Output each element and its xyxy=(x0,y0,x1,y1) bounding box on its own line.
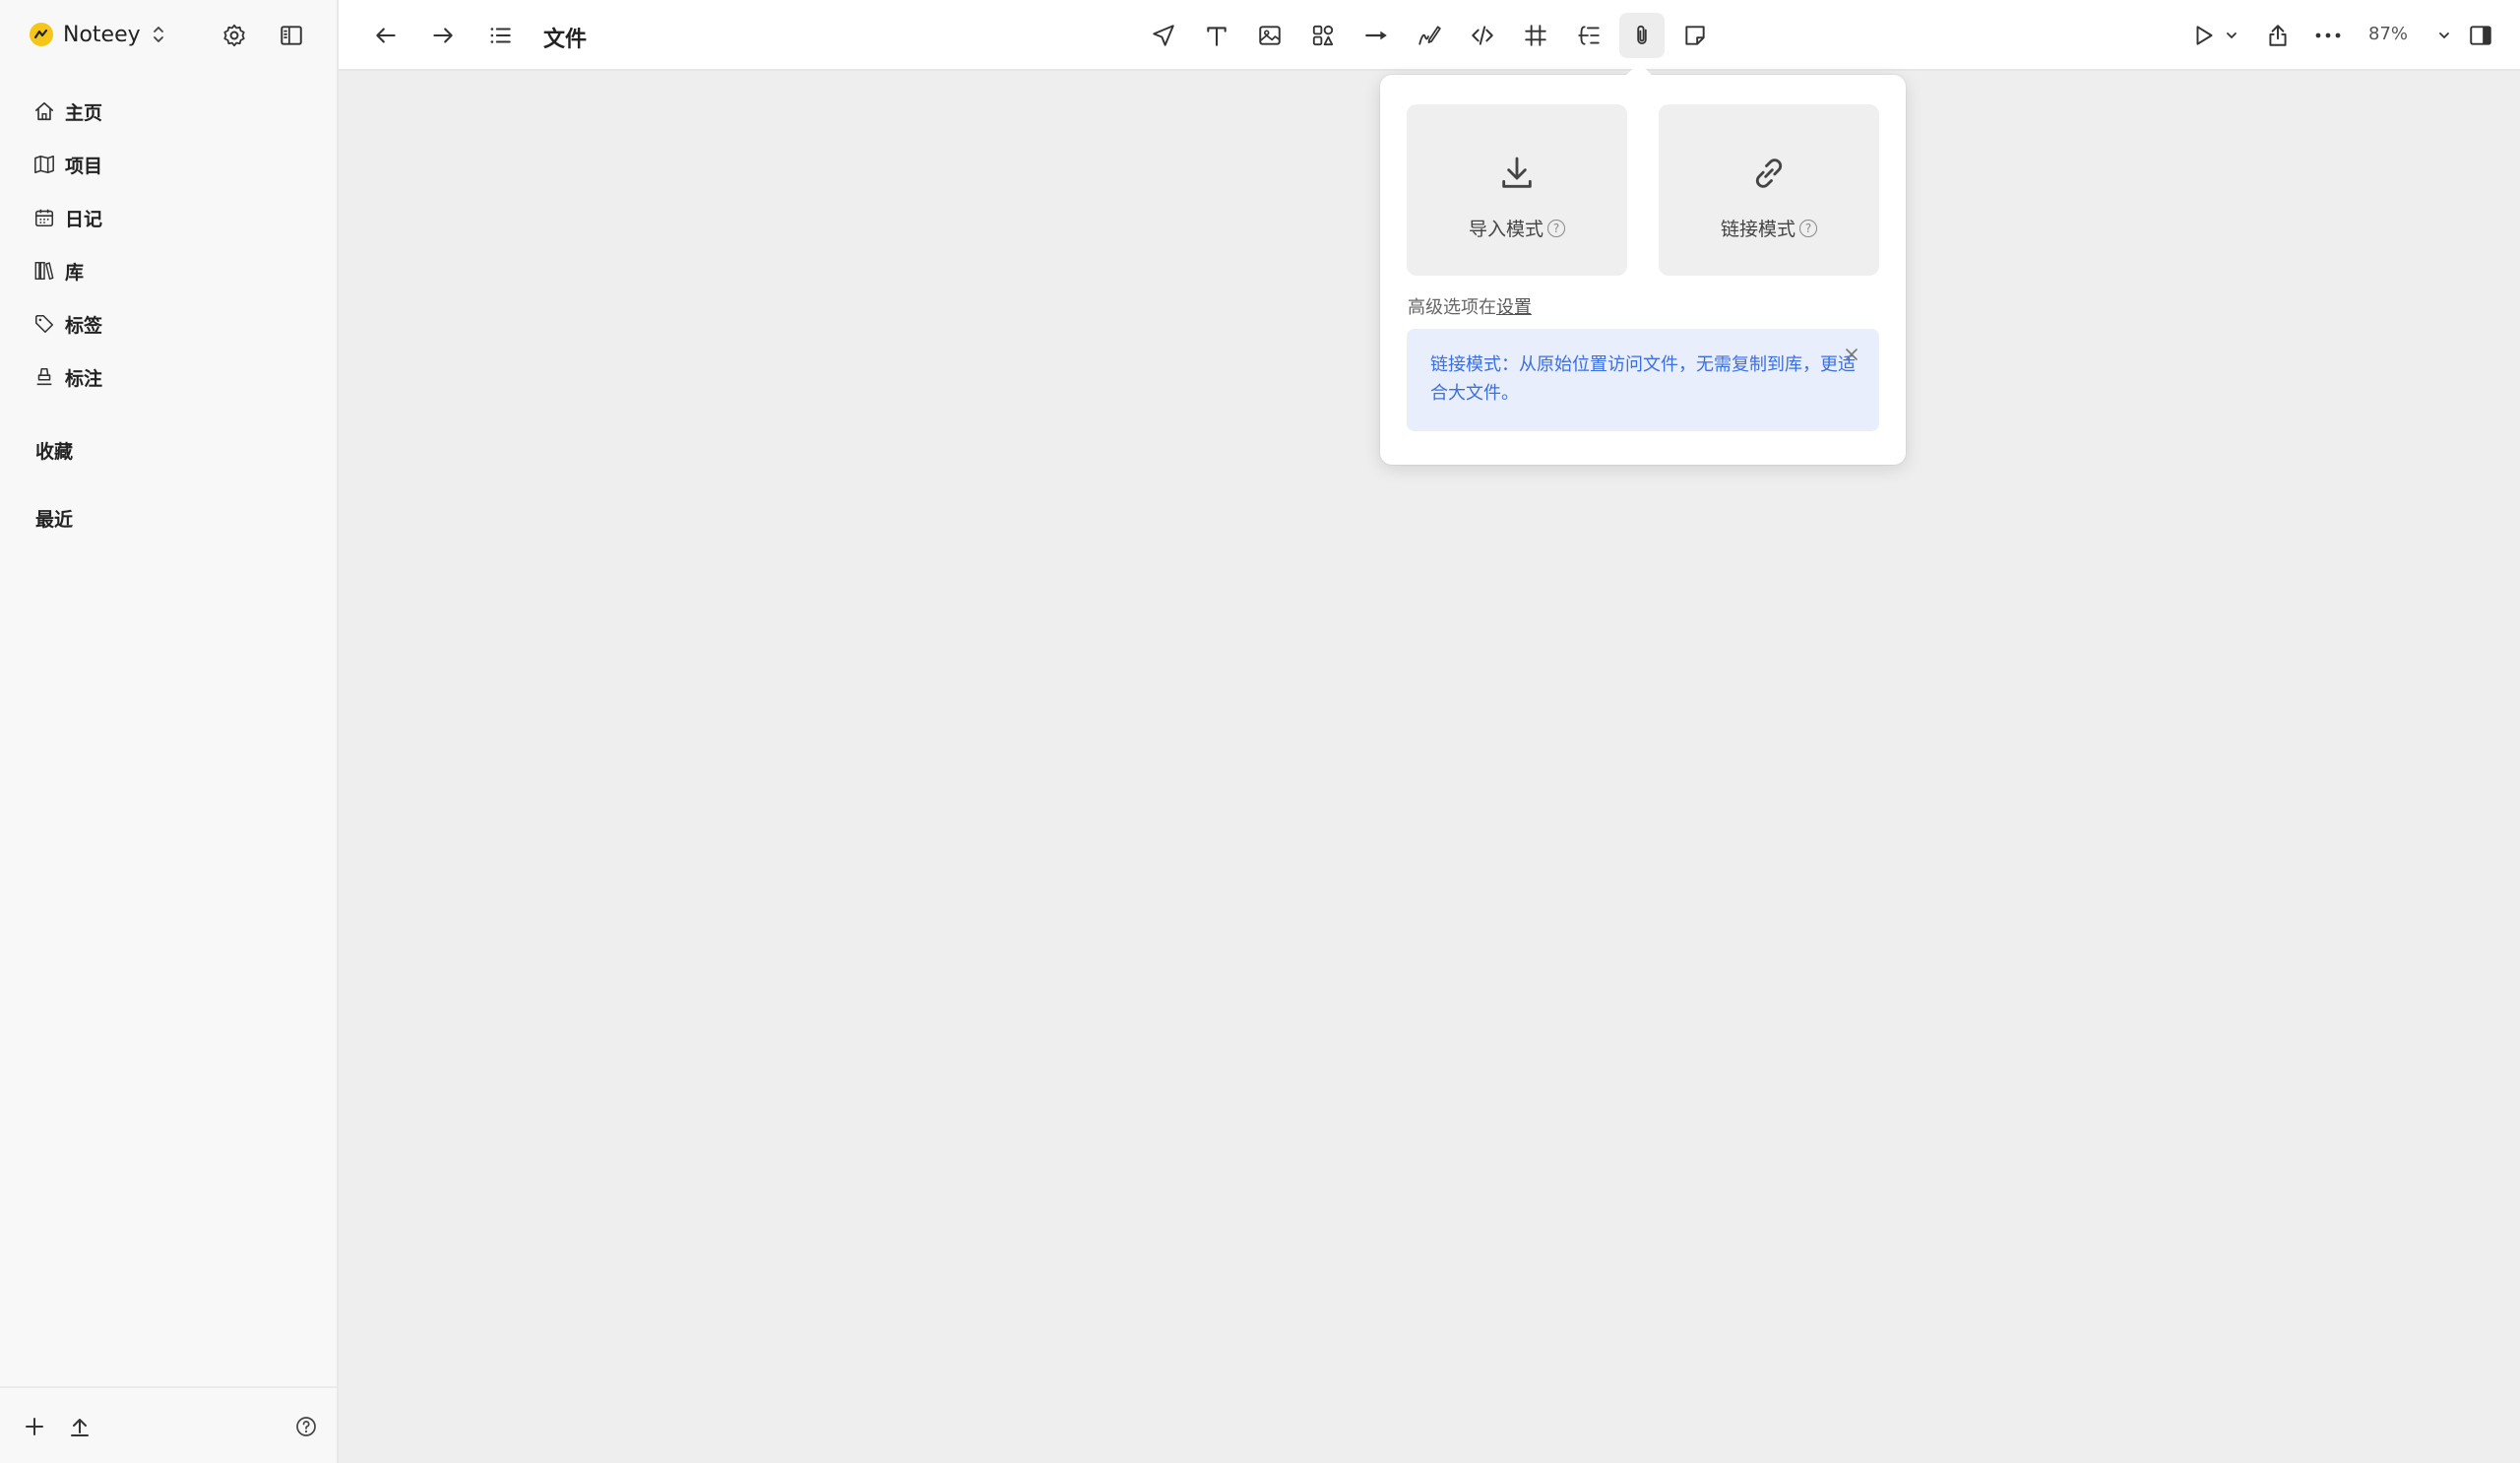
close-icon[interactable] xyxy=(1842,345,1861,364)
advanced-options-text: 高级选项在设置 xyxy=(1408,293,1532,319)
book-icon xyxy=(33,154,55,175)
play-icon xyxy=(2191,23,2217,48)
more-button[interactable] xyxy=(2310,18,2346,53)
shapes-tool-button[interactable] xyxy=(1305,18,1341,53)
present-options-button[interactable] xyxy=(2221,18,2242,53)
sidebar-item-label: 主页 xyxy=(65,101,103,124)
advanced-options-prefix: 高级选项在 xyxy=(1408,297,1496,318)
link-mode-card[interactable]: 链接模式 ? xyxy=(1659,104,1879,276)
chevron-down-icon xyxy=(2224,28,2239,43)
outline-button[interactable] xyxy=(482,18,518,53)
zoom-level[interactable]: 87% xyxy=(2368,24,2408,44)
code-icon xyxy=(1470,23,1495,48)
sidebar-item-label: 库 xyxy=(65,261,85,284)
attachment-tool-button[interactable] xyxy=(1619,13,1665,58)
highlighter-icon xyxy=(33,366,55,388)
arrow-left-icon xyxy=(373,23,399,48)
import-mode-label-row: 导入模式 ? xyxy=(1407,215,1627,241)
sticky-note-tool-button[interactable] xyxy=(1677,18,1713,53)
library-icon xyxy=(33,260,55,282)
mindmap-icon xyxy=(1576,23,1602,48)
frame-icon xyxy=(1523,23,1548,48)
zoom-options-button[interactable] xyxy=(2433,18,2455,53)
toggle-right-panel-button[interactable] xyxy=(2463,18,2498,53)
sidebar-item-annotations[interactable]: 标注 xyxy=(0,350,337,404)
settings-link[interactable]: 设置 xyxy=(1496,297,1532,318)
document-title[interactable]: 文件 xyxy=(543,22,587,53)
import-mode-label: 导入模式 xyxy=(1468,219,1544,240)
link-mode-help-icon[interactable]: ? xyxy=(1799,219,1817,237)
sidebar-item-projects[interactable]: 项目 xyxy=(0,138,337,191)
image-tool-button[interactable] xyxy=(1252,18,1288,53)
cursor-arrow-icon xyxy=(1151,23,1176,48)
add-button[interactable] xyxy=(18,1410,51,1443)
download-icon xyxy=(1497,154,1537,193)
toggle-sidebar-button[interactable] xyxy=(276,20,307,51)
frame-tool-button[interactable] xyxy=(1518,18,1553,53)
sidebar-layout-icon xyxy=(279,23,304,48)
forward-button[interactable] xyxy=(425,18,461,53)
paperclip-icon xyxy=(1629,23,1655,48)
plus-icon xyxy=(23,1415,46,1438)
back-button[interactable] xyxy=(368,18,404,53)
share-button[interactable] xyxy=(2260,18,2296,53)
shapes-icon xyxy=(1310,23,1336,48)
top-toolbar: 文件 87% xyxy=(339,0,2520,71)
sidebar-item-tags[interactable]: 标签 xyxy=(0,297,337,350)
calendar-icon xyxy=(33,207,55,228)
text-icon xyxy=(1204,23,1229,48)
import-mode-help-icon[interactable]: ? xyxy=(1547,219,1565,237)
connector-tool-button[interactable] xyxy=(1358,18,1394,53)
list-icon xyxy=(487,23,513,48)
share-icon xyxy=(2265,23,2291,48)
sidebar-item-label: 项目 xyxy=(65,155,103,177)
arrow-connector-icon xyxy=(1363,23,1389,48)
text-tool-button[interactable] xyxy=(1199,18,1234,53)
noteey-logo-icon xyxy=(30,23,53,46)
sticky-note-icon xyxy=(1682,23,1708,48)
sidebar-item-label: 标注 xyxy=(65,367,103,390)
settings-button[interactable] xyxy=(219,20,250,51)
tag-icon xyxy=(33,313,55,335)
upload-button[interactable] xyxy=(63,1410,96,1443)
link-mode-info-text: 链接模式：从原始位置访问文件，无需复制到库，更适合大文件。 xyxy=(1430,354,1856,404)
code-tool-button[interactable] xyxy=(1465,18,1500,53)
sidebar-item-home[interactable]: 主页 xyxy=(0,85,337,138)
attachment-popover: 导入模式 ? 链接模式 ? 高级选项在设置 链接模式：从原始位置访问文件，无需复… xyxy=(1380,75,1906,465)
sidebar-item-label: 日记 xyxy=(65,208,103,230)
pen-draw-icon xyxy=(1417,23,1442,48)
chevron-down-icon xyxy=(2436,28,2452,43)
section-recent[interactable]: 最近 xyxy=(35,505,73,532)
draw-tool-button[interactable] xyxy=(1412,18,1447,53)
import-mode-card[interactable]: 导入模式 ? xyxy=(1407,104,1627,276)
upload-icon xyxy=(68,1415,92,1438)
chevron-up-down-icon xyxy=(151,24,166,45)
link-mode-label: 链接模式 xyxy=(1720,219,1796,240)
link-mode-info-banner: 链接模式：从原始位置访问文件，无需复制到库，更适合大文件。 xyxy=(1407,329,1879,431)
gear-icon xyxy=(221,23,247,48)
home-icon xyxy=(33,100,55,122)
workspace-name: Noteey xyxy=(63,22,141,47)
workspace-switcher[interactable]: Noteey xyxy=(30,18,166,51)
help-button[interactable] xyxy=(289,1410,323,1443)
sidebar-nav: 主页 项目 日记 库 标签 标注 xyxy=(0,85,337,404)
sidebar: Noteey 主页 项目 日记 库 标签 标注 收藏 最近 xyxy=(0,0,339,1463)
select-tool-button[interactable] xyxy=(1146,18,1181,53)
more-horizontal-icon xyxy=(2313,23,2343,48)
link-icon xyxy=(1749,154,1789,193)
mindmap-tool-button[interactable] xyxy=(1571,18,1606,53)
present-button[interactable] xyxy=(2186,18,2222,53)
sidebar-item-journal[interactable]: 日记 xyxy=(0,191,337,244)
sidebar-item-library[interactable]: 库 xyxy=(0,244,337,297)
sidebar-header: Noteey xyxy=(0,0,337,69)
sidebar-item-label: 标签 xyxy=(65,314,103,337)
link-mode-label-row: 链接模式 ? xyxy=(1659,215,1879,241)
arrow-right-icon xyxy=(430,23,456,48)
right-panel-icon xyxy=(2468,23,2493,48)
section-favorites[interactable]: 收藏 xyxy=(35,437,73,464)
sidebar-footer xyxy=(0,1386,337,1463)
image-icon xyxy=(1257,23,1283,48)
help-circle-icon xyxy=(294,1415,318,1438)
